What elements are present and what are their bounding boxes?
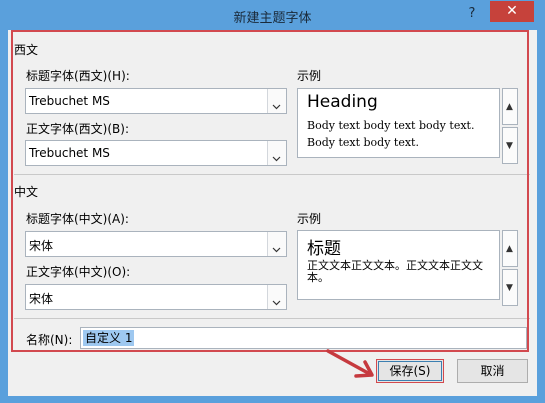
cancel-button[interactable]: 取消 xyxy=(457,359,528,383)
dialog-window: 新建主题字体 ? ✕ 西文 标题字体(西文)(H): Trebuchet MS … xyxy=(0,0,545,403)
annotation-arrow-icon xyxy=(326,349,374,378)
title-bar: 新建主题字体 ? ✕ xyxy=(0,0,545,30)
close-button[interactable]: ✕ xyxy=(490,1,534,22)
help-button[interactable]: ? xyxy=(462,4,482,24)
save-button[interactable]: 保存(S) xyxy=(376,359,444,383)
annotation-highlight-frame xyxy=(11,30,529,352)
